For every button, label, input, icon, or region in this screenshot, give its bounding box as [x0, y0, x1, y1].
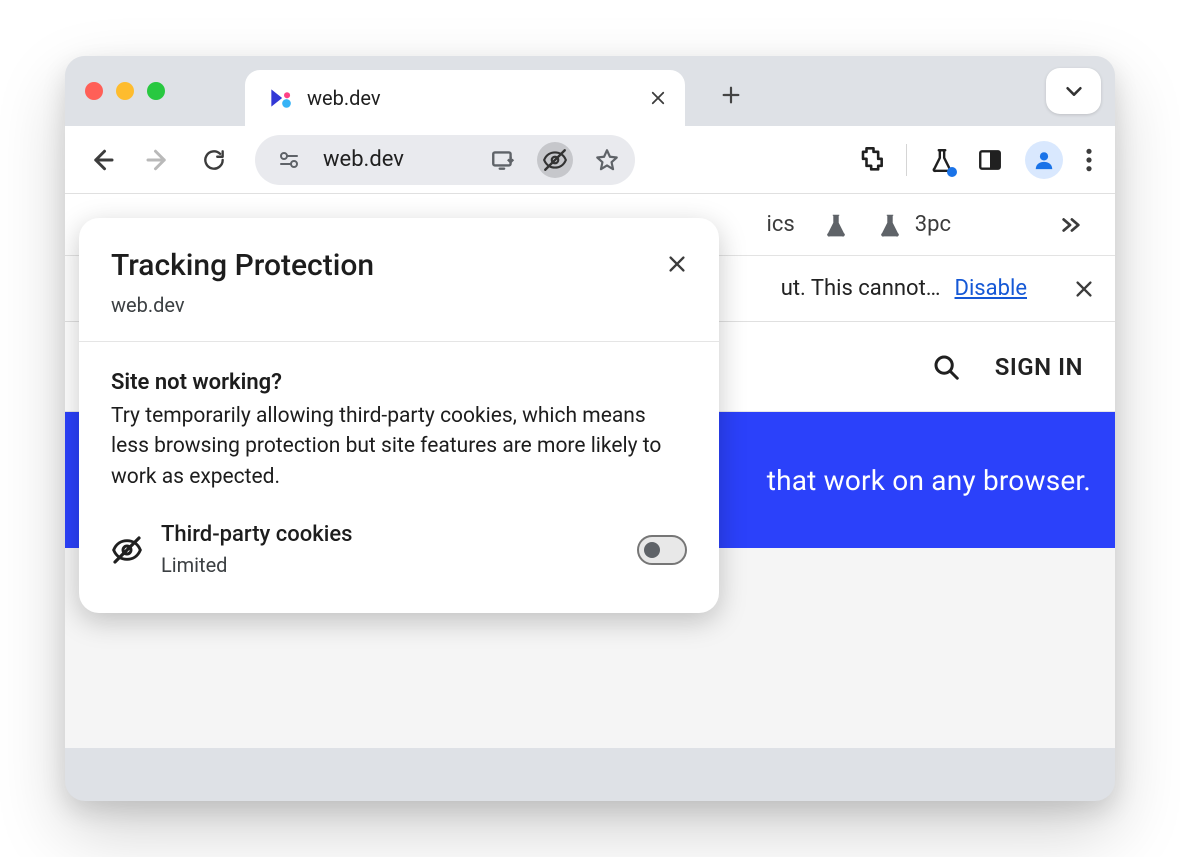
third-party-cookies-toggle[interactable] — [637, 535, 687, 565]
chrome-menu-icon[interactable] — [1085, 147, 1093, 173]
traffic-lights — [85, 82, 165, 100]
info-bar-close-icon[interactable] — [1073, 278, 1095, 300]
labs-icon[interactable] — [929, 145, 955, 175]
tab-strip: web.dev — [65, 56, 1115, 126]
hero-banner-text: that work on any browser. — [767, 464, 1091, 497]
browser-tab[interactable]: web.dev — [245, 70, 685, 126]
back-button[interactable] — [79, 137, 125, 183]
site-favicon — [267, 85, 293, 111]
address-bar[interactable]: web.dev — [255, 135, 635, 185]
install-app-icon[interactable] — [485, 142, 521, 178]
toolbar-right-group — [856, 141, 1101, 179]
tab-search-button[interactable] — [1046, 68, 1101, 114]
window-minimize-button[interactable] — [116, 82, 134, 100]
ext-item-3pc[interactable]: 3pc — [877, 210, 951, 240]
tab-close-button[interactable] — [647, 87, 669, 109]
eye-slash-icon — [111, 534, 143, 566]
bookmark-star-icon[interactable] — [589, 142, 625, 178]
third-party-cookies-label: Third-party cookies — [161, 522, 619, 547]
tab-title: web.dev — [307, 86, 633, 110]
info-bar-disable-link[interactable]: Disable — [955, 276, 1027, 301]
site-not-working-body: Try temporarily allowing third-party coo… — [111, 401, 687, 492]
popup-body: Site not working? Try temporarily allowi… — [79, 342, 719, 613]
ext-item-label: 3pc — [915, 212, 951, 237]
window-close-button[interactable] — [85, 82, 103, 100]
ext-item-flask-1[interactable] — [823, 210, 849, 240]
tracking-protection-icon[interactable] — [537, 142, 573, 178]
reload-button[interactable] — [191, 137, 237, 183]
new-tab-button[interactable] — [713, 77, 749, 113]
tracking-protection-popup: Tracking Protection web.dev Site not wor… — [79, 218, 719, 613]
toolbar-separator — [906, 144, 907, 176]
ext-item-label: ics — [767, 212, 795, 237]
site-settings-icon[interactable] — [271, 142, 307, 178]
popup-header: Tracking Protection web.dev — [79, 218, 719, 341]
profile-avatar[interactable] — [1025, 141, 1063, 179]
forward-button[interactable] — [135, 137, 181, 183]
window-maximize-button[interactable] — [147, 82, 165, 100]
info-bar-text: ut. This cannot… — [781, 276, 941, 301]
ext-item-topics[interactable]: ics — [767, 212, 795, 237]
extensions-icon[interactable] — [856, 146, 884, 174]
popup-close-button[interactable] — [659, 246, 695, 282]
site-not-working-title: Site not working? — [111, 370, 687, 395]
sign-in-button[interactable]: SIGN IN — [995, 353, 1083, 381]
search-icon[interactable] — [931, 352, 961, 382]
browser-toolbar: web.dev — [65, 126, 1115, 194]
popup-title: Tracking Protection — [111, 248, 687, 283]
popup-site-label: web.dev — [111, 293, 687, 317]
browser-window: web.dev — [65, 56, 1115, 801]
third-party-cookies-row: Third-party cookies Limited — [111, 522, 687, 577]
address-text: web.dev — [323, 147, 469, 172]
side-panel-icon[interactable] — [977, 147, 1003, 173]
ext-overflow-icon[interactable] — [1057, 214, 1085, 236]
third-party-cookies-status: Limited — [161, 553, 619, 577]
